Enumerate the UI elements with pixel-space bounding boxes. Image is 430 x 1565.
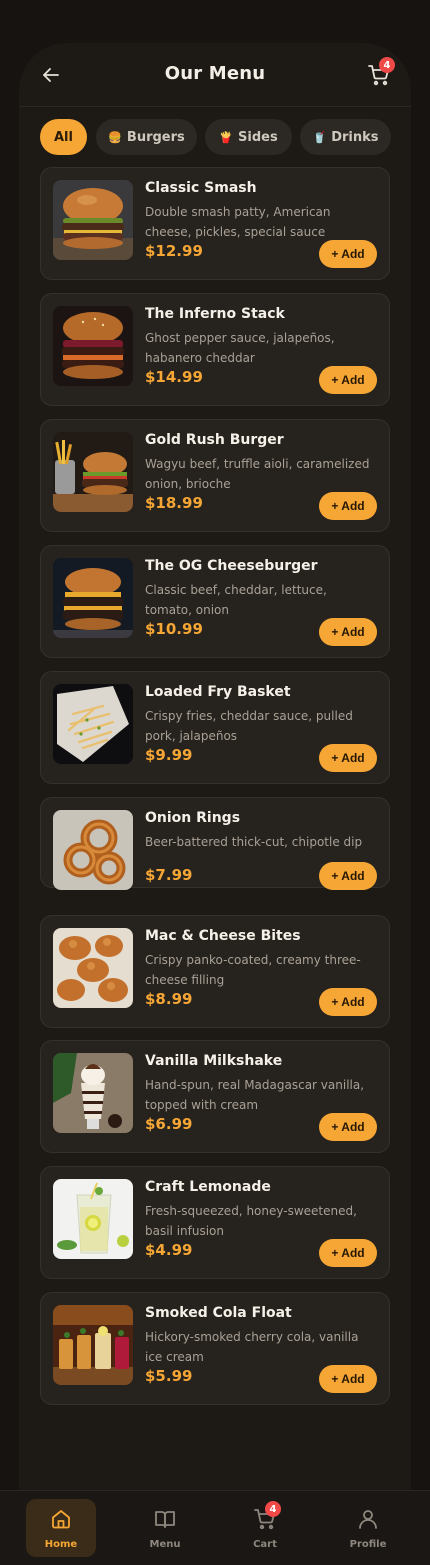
add-to-cart-button[interactable]: + Add [319, 1365, 377, 1393]
milkshake-photo [53, 1053, 133, 1133]
tab-burgers[interactable]: 🍔 Burgers [96, 119, 197, 155]
item-name: Mac & Cheese Bites [145, 928, 301, 944]
add-to-cart-button[interactable]: + Add [319, 618, 377, 646]
item-price: $6.99 [145, 1115, 193, 1133]
nav-label: Home [44, 1539, 78, 1550]
item-name: Gold Rush Burger [145, 432, 284, 448]
burger-icon: 🍔 [108, 130, 122, 144]
item-price: $12.99 [145, 242, 203, 260]
nav-cart[interactable]: 4 Cart [230, 1499, 300, 1557]
menu-item-card[interactable]: Craft Lemonade Fresh-squeezed, honey-swe… [40, 1166, 390, 1279]
add-to-cart-button[interactable]: + Add [319, 240, 377, 268]
cart-count-badge: 4 [265, 1501, 281, 1517]
add-to-cart-button[interactable]: + Add [319, 744, 377, 772]
tab-all[interactable]: All [40, 119, 87, 155]
item-price: $14.99 [145, 368, 203, 386]
burger-photo [53, 306, 133, 386]
item-price: $7.99 [145, 866, 193, 884]
onion-rings-photo [53, 810, 133, 890]
nav-home[interactable]: Home [26, 1499, 96, 1557]
menu-item-card[interactable]: Vanilla Milkshake Hand-spun, real Madaga… [40, 1040, 390, 1153]
burger-photo [53, 180, 133, 260]
tab-label: All [54, 129, 73, 145]
item-name: Classic Smash [145, 180, 257, 196]
item-description: Double smash patty, American cheese, pic… [145, 205, 331, 239]
item-price: $5.99 [145, 1367, 193, 1385]
cola-float-photo [53, 1305, 133, 1385]
item-name: The Inferno Stack [145, 306, 285, 322]
item-description: Ghost pepper sauce, jalapeños, habanero … [145, 331, 335, 365]
add-to-cart-button[interactable]: + Add [319, 988, 377, 1016]
nav-profile[interactable]: Profile [333, 1499, 403, 1557]
drink-icon: 🥤 [312, 130, 327, 144]
menu-item-card[interactable]: Classic Smash Double smash patty, Americ… [40, 167, 390, 280]
add-to-cart-button[interactable]: + Add [319, 1113, 377, 1141]
item-name: Craft Lemonade [145, 1179, 271, 1195]
tab-label: Drinks [331, 129, 379, 145]
cart-count-badge: 4 [379, 57, 395, 73]
menu-item-card[interactable]: Loaded Fry Basket Crispy fries, cheddar … [40, 671, 390, 784]
nav-label: Menu [149, 1539, 181, 1550]
item-price: $9.99 [145, 746, 193, 764]
item-price: $18.99 [145, 494, 203, 512]
tab-label: Sides [238, 129, 278, 145]
item-name: The OG Cheeseburger [145, 558, 318, 574]
book-icon [153, 1507, 177, 1531]
nav-label: Profile [349, 1539, 387, 1550]
item-description: Crispy panko-coated, creamy three-cheese… [145, 953, 361, 987]
item-description: Hickory-smoked cherry cola, vanilla ice … [145, 1330, 359, 1364]
category-tabs: All 🍔 Burgers 🍟 Sides 🥤 Drinks [40, 119, 411, 155]
bottom-nav: Home Menu 4 Cart Profile [0, 1490, 430, 1565]
tab-drinks[interactable]: 🥤 Drinks [300, 119, 391, 155]
item-price: $8.99 [145, 990, 193, 1008]
item-description: Beer-battered thick-cut, chipotle dip [145, 835, 363, 849]
add-to-cart-button[interactable]: + Add [319, 862, 377, 890]
item-name: Vanilla Milkshake [145, 1053, 283, 1069]
nav-menu[interactable]: Menu [130, 1499, 200, 1557]
user-icon [356, 1507, 380, 1531]
page-title: Our Menu [164, 63, 266, 84]
item-description: Hand-spun, real Madagascar vanilla, topp… [145, 1078, 365, 1112]
item-description: Classic beef, cheddar, lettuce, tomato, … [145, 583, 327, 617]
lemonade-photo [53, 1179, 133, 1259]
item-price: $10.99 [145, 620, 203, 638]
tab-sides[interactable]: 🍟 Sides [205, 119, 292, 155]
item-price: $4.99 [145, 1241, 193, 1259]
menu-item-card[interactable]: Gold Rush Burger Wagyu beef, truffle aio… [40, 419, 390, 532]
bites-photo [53, 928, 133, 1008]
add-to-cart-button[interactable]: + Add [319, 366, 377, 394]
fries-photo [53, 684, 133, 764]
item-name: Onion Rings [145, 810, 241, 826]
fries-icon: 🍟 [219, 130, 233, 144]
add-to-cart-button[interactable]: + Add [319, 1239, 377, 1267]
top-bar: Our Menu 4 [19, 43, 411, 107]
item-name: Loaded Fry Basket [145, 684, 291, 700]
item-description: Fresh-squeezed, honey-sweetened, basil i… [145, 1204, 357, 1238]
menu-item-card[interactable]: Onion Rings Beer-battered thick-cut, chi… [40, 797, 390, 890]
home-icon [49, 1507, 73, 1531]
burger-fries-photo [53, 432, 133, 512]
item-name: Smoked Cola Float [145, 1305, 292, 1321]
nav-label: Cart [253, 1539, 277, 1550]
tab-label: Burgers [126, 129, 185, 145]
item-description: Crispy fries, cheddar sauce, pulled pork… [145, 709, 353, 743]
item-description: Wagyu beef, truffle aioli, caramelized o… [145, 457, 370, 491]
menu-item-card[interactable]: The Inferno Stack Ghost pepper sauce, ja… [40, 293, 390, 406]
burger-photo [53, 558, 133, 638]
menu-item-card[interactable]: Smoked Cola Float Hickory-smoked cherry … [40, 1292, 390, 1405]
add-to-cart-button[interactable]: + Add [319, 492, 377, 520]
menu-item-card[interactable]: Mac & Cheese Bites Crispy panko-coated, … [40, 915, 390, 1028]
cart-button[interactable]: 4 [367, 57, 395, 87]
menu-item-card[interactable]: The OG Cheeseburger Classic beef, chedda… [40, 545, 390, 658]
cart-icon: 4 [253, 1501, 281, 1531]
